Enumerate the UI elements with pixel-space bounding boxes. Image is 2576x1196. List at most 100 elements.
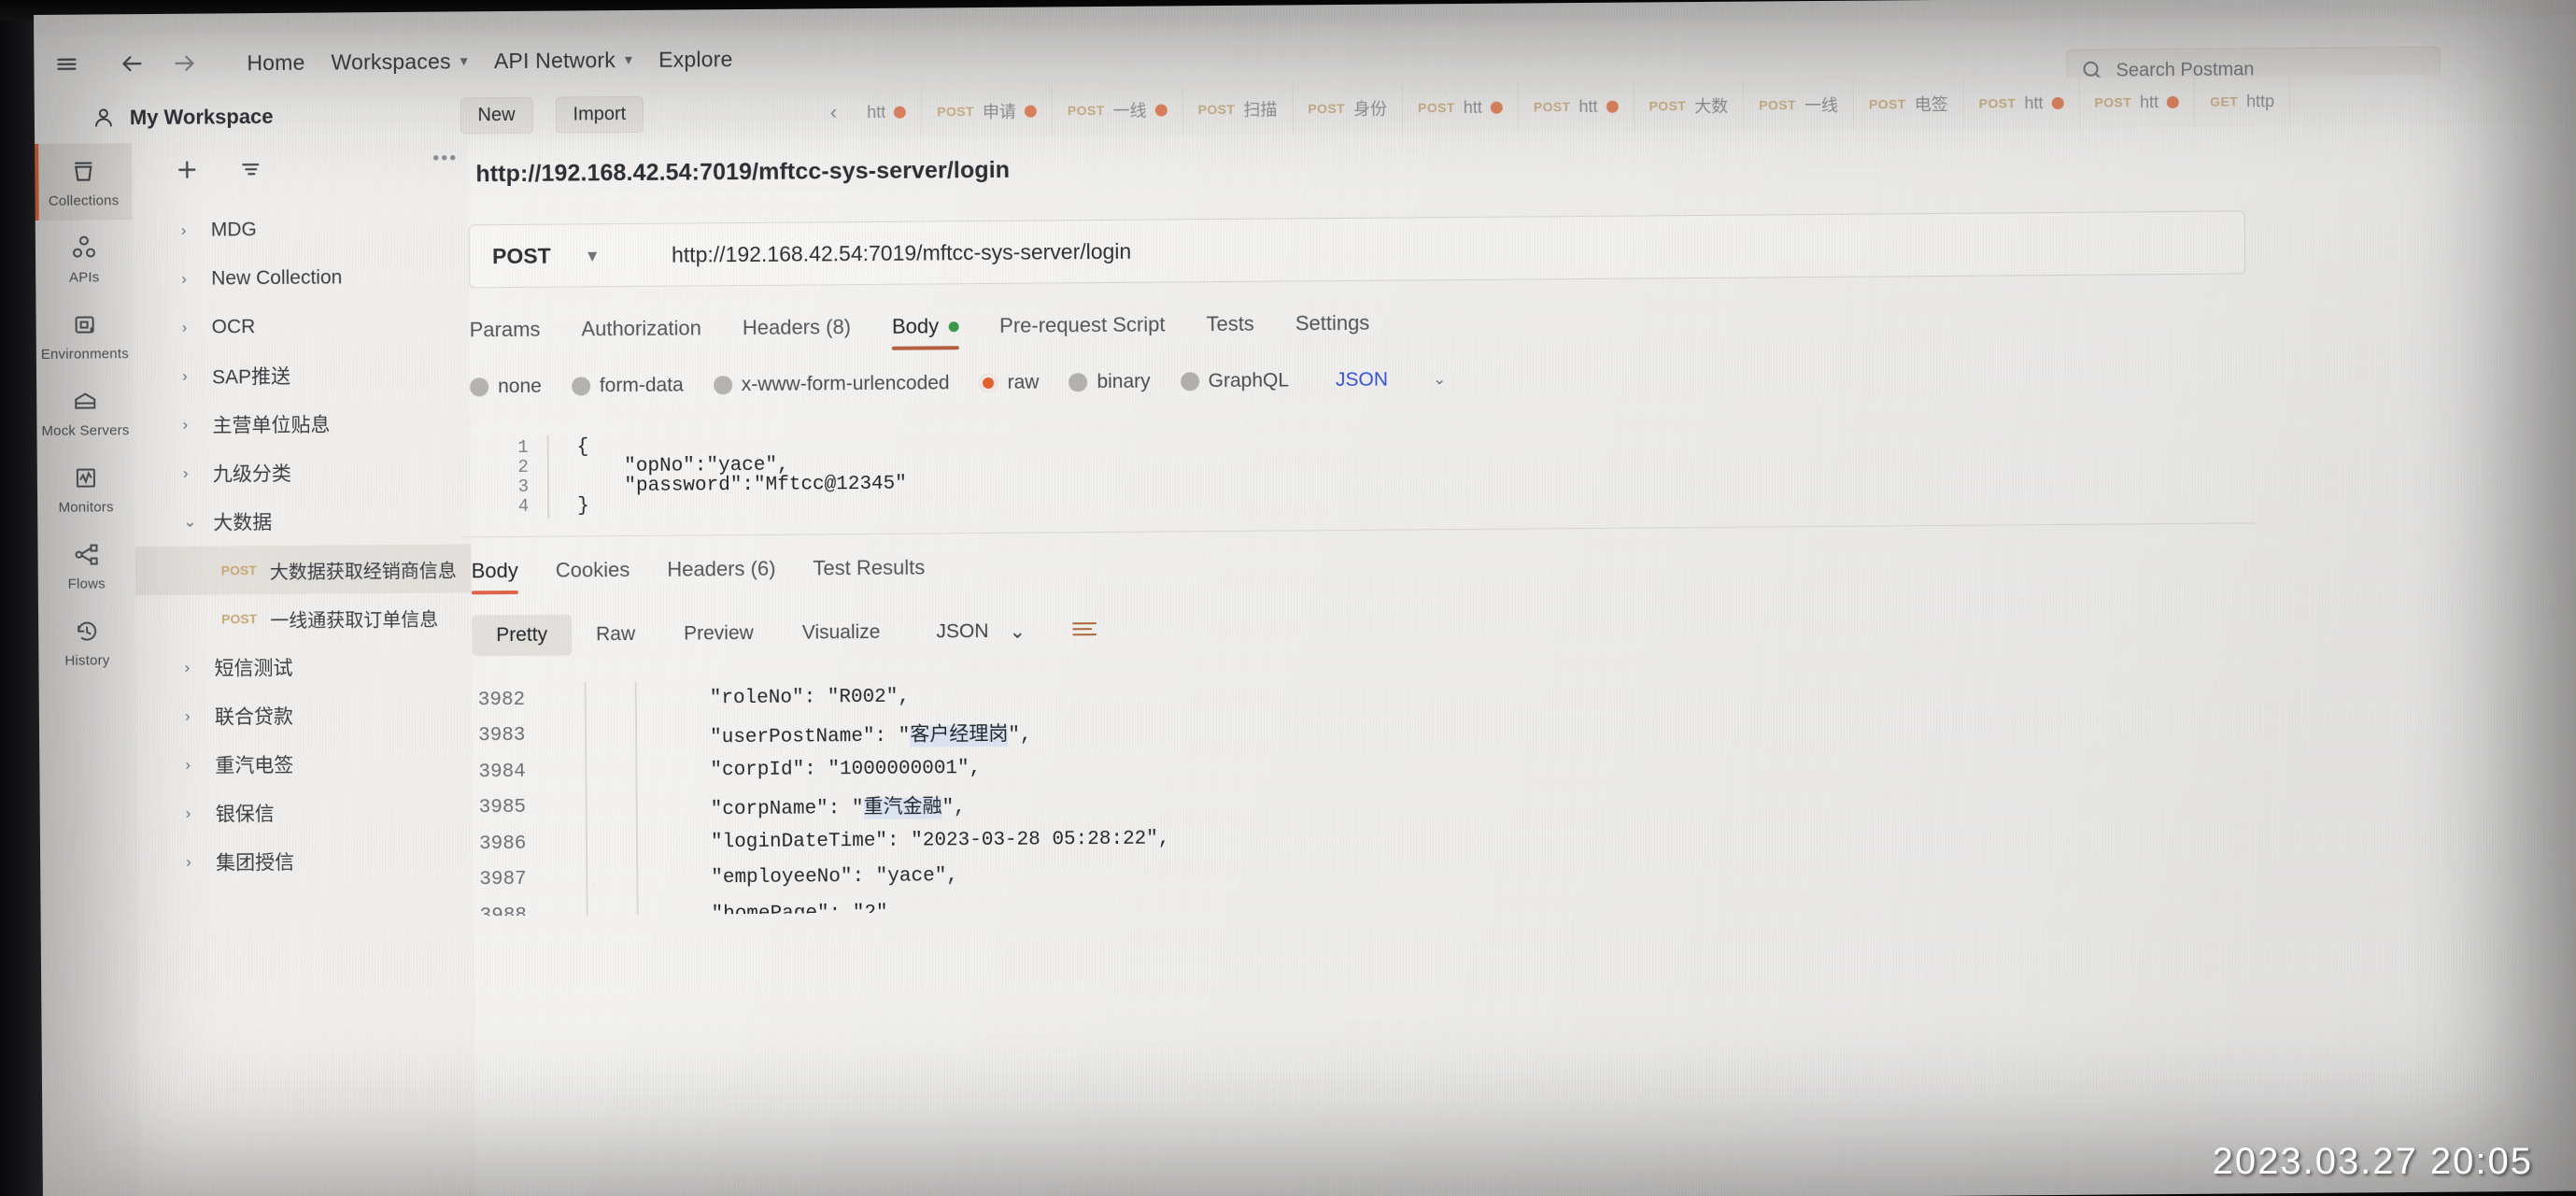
collection-folder-row[interactable]: › 银保信 (137, 787, 474, 838)
hamburger-icon[interactable] (45, 46, 88, 83)
request-tab[interactable]: Settings (1295, 311, 1370, 348)
request-tab-label: Tests (1206, 311, 1254, 336)
collection-folder-label: 联合贷款 (214, 705, 293, 729)
open-tab[interactable]: POST htt (1518, 80, 1635, 133)
open-tab[interactable]: POST 申请 (921, 85, 1054, 137)
collection-request-row[interactable]: POST 大数据获取经销商信息 (134, 544, 472, 596)
rail-item-flows[interactable]: Flows (37, 526, 135, 604)
request-tab[interactable]: Params (470, 318, 541, 354)
new-button[interactable]: New (460, 96, 533, 134)
response-tab[interactable]: Test Results (813, 556, 925, 592)
body-type-label: raw (1007, 371, 1040, 393)
arrow-left-icon[interactable] (110, 45, 153, 82)
rail-item-mock-servers[interactable]: Mock Servers (36, 373, 134, 450)
request-body-editor[interactable]: 1{2 "opNo":"yace", 3 "password":"Mftcc@12… (471, 423, 2246, 523)
chevron-right-icon: › (182, 415, 189, 434)
collection-folder-row[interactable]: ⌄ 大数据 (134, 495, 471, 547)
rail-item-history[interactable]: History (38, 603, 136, 680)
request-tab-label: Pre-request Script (999, 312, 1166, 337)
response-tab[interactable]: Headers (6) (667, 557, 775, 593)
response-value-highlight: 重汽金融 (863, 797, 942, 819)
collection-folder-row[interactable]: › 九级分类 (134, 447, 471, 498)
rail-label-mock-servers: Mock Servers (41, 421, 130, 439)
open-tab[interactable]: POST 身份 (1293, 82, 1404, 135)
request-method-badge: POST (220, 562, 257, 578)
nav-link-workspaces[interactable]: Workspaces ▾ (331, 49, 468, 75)
nav-link-api-network[interactable]: API Network ▾ (494, 47, 632, 73)
body-type-option[interactable]: x-www-form-urlencoded (713, 372, 950, 396)
response-tab[interactable]: Body (472, 559, 518, 594)
arrow-right-icon[interactable] (163, 45, 205, 82)
request-tab[interactable]: Authorization (581, 316, 701, 352)
rail-item-collections[interactable]: Collections (35, 143, 133, 221)
open-tab[interactable]: POST 一线 (1052, 84, 1183, 136)
filter-icon[interactable] (236, 155, 264, 188)
collection-request-row[interactable]: POST 一线通获取订单信息 (135, 592, 472, 644)
word-wrap-icon[interactable] (1069, 617, 1100, 646)
collection-folder-row[interactable]: › OCR (133, 301, 469, 352)
open-tab[interactable]: POST 扫描 (1182, 83, 1294, 135)
open-tab[interactable]: GET http (2194, 76, 2291, 127)
rail-label-history: History (64, 651, 110, 669)
collection-folder-row[interactable]: › 主营单位贴息 (134, 398, 470, 449)
nav-link-home[interactable]: Home (247, 50, 304, 75)
open-tab[interactable]: POST htt (1963, 77, 2080, 129)
body-type-option[interactable]: form-data (571, 375, 684, 398)
collection-folder-row[interactable]: › 联合贷款 (136, 690, 473, 741)
nav-link-api-network-label: API Network (493, 47, 616, 73)
rail-item-monitors[interactable]: Monitors (37, 449, 135, 527)
open-tab-label: htt (867, 102, 886, 121)
workspace-name[interactable]: My Workspace (92, 105, 274, 131)
open-tab[interactable]: POST htt (1402, 81, 1519, 134)
body-type-option[interactable]: raw (979, 371, 1040, 395)
body-type-option[interactable]: binary (1069, 370, 1151, 394)
body-type-option[interactable]: GraphQL (1180, 369, 1290, 392)
collection-folder-row[interactable]: › 集团授信 (137, 835, 474, 887)
collection-folder-label: 银保信 (215, 804, 275, 826)
request-tab[interactable]: Tests (1206, 312, 1254, 348)
nav-link-explore[interactable]: Explore (658, 47, 733, 73)
open-tab[interactable]: POST 一线 (1744, 78, 1855, 131)
response-content-type-selector[interactable]: JSON (936, 620, 988, 643)
request-tab[interactable]: Pre-request Script (999, 312, 1166, 349)
open-tab[interactable]: POST 电签 (1853, 78, 1964, 130)
collection-folder-row[interactable]: › SAP推送 (134, 349, 470, 401)
response-body-viewer[interactable]: 3982 "roleNo": "R002", 3983 "userPostName":… (473, 668, 2249, 917)
collection-folder-row[interactable]: › 重汽电签 (136, 738, 473, 790)
more-horizontal-icon[interactable]: ••• (432, 148, 458, 169)
request-tab[interactable]: Headers (8) (743, 315, 851, 351)
import-button[interactable]: Import (555, 95, 644, 134)
collection-folder-row[interactable]: › New Collection (133, 252, 469, 304)
open-tab[interactable]: POST 大数 (1634, 79, 1745, 132)
url-input[interactable]: http://192.168.42.54:7019/mftcc-sys-serv… (672, 238, 1131, 267)
response-line-text: "userPostName": "客户经理岗", (710, 724, 1032, 749)
environments-icon (75, 316, 94, 334)
response-format-button[interactable]: Preview (659, 613, 778, 655)
body-type-label: GraphQL (1208, 369, 1290, 392)
response-format-button[interactable]: Raw (572, 614, 659, 656)
open-tab-method: POST (1649, 98, 1687, 114)
rail-item-environments[interactable]: Environments (35, 296, 134, 374)
rail-item-apis[interactable]: APIs (35, 220, 134, 297)
body-type-option[interactable]: none (470, 376, 542, 399)
response-line-number: 3985 (478, 797, 527, 819)
response-format-button[interactable]: Pretty (472, 614, 573, 657)
tabs-scroll-left-icon[interactable]: ‹ (815, 100, 853, 124)
response-format-button[interactable]: Visualize (778, 612, 905, 654)
body-type-label: binary (1097, 370, 1151, 393)
collection-folder-row[interactable]: › 短信测试 (135, 641, 472, 692)
chevron-right-icon: › (181, 366, 188, 385)
raw-format-selector[interactable]: JSON (1336, 369, 1388, 392)
open-tab[interactable]: htt (851, 86, 923, 138)
open-tab-label: htt (2024, 93, 2044, 112)
request-tab[interactable]: Body (892, 314, 959, 350)
response-tab[interactable]: Cookies (556, 558, 630, 594)
unsaved-indicator-dot (1024, 105, 1037, 118)
postman-app-screen: Home Workspaces ▾ API Network ▾ Explore … (34, 0, 2576, 1196)
plus-icon[interactable] (173, 155, 201, 188)
open-tab[interactable]: POST htt (2079, 76, 2196, 128)
open-tab-label: htt (1578, 96, 1598, 116)
open-tab-method: POST (1067, 102, 1105, 119)
method-selector[interactable]: POST ▾ (470, 224, 633, 287)
collection-folder-row[interactable]: › MDG (133, 204, 469, 255)
